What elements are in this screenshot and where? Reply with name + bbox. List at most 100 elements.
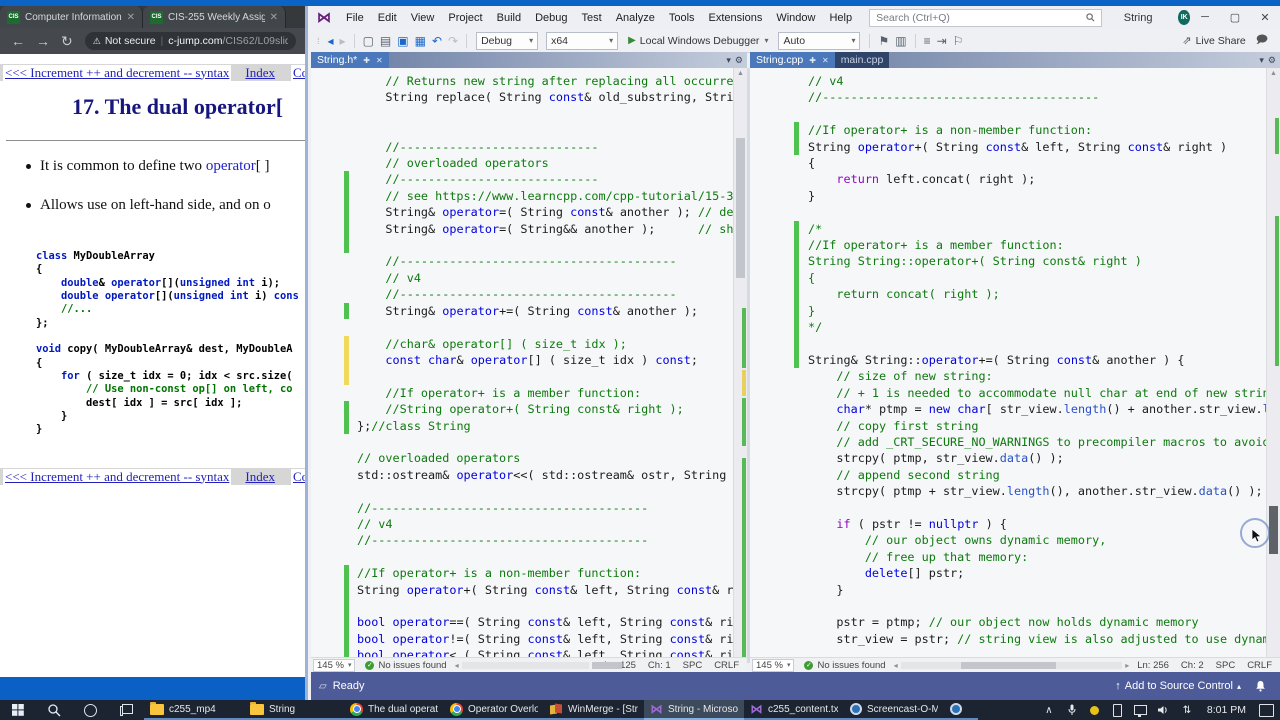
menu-view[interactable]: View (404, 12, 442, 24)
taskbar-button-string-folder[interactable]: String (244, 700, 344, 720)
minimize-button[interactable]: ─ (1190, 11, 1220, 24)
taskbar-clock[interactable]: 8:01 PM (1207, 704, 1246, 716)
editor-options-icon[interactable]: ⚙ (735, 55, 743, 66)
pin-icon[interactable]: ✚ (363, 56, 370, 65)
taskbar-search-icon[interactable] (36, 700, 72, 720)
line-indicator[interactable]: Ln: 256 (1137, 660, 1169, 671)
editor-options-icon[interactable]: ⚙ (1268, 55, 1276, 66)
menu-file[interactable]: File (339, 12, 371, 24)
menu-extensions[interactable]: Extensions (702, 12, 770, 24)
live-share-button[interactable]: ⇗ Live Share 🗩 (1182, 31, 1272, 50)
menu-tools[interactable]: Tools (662, 12, 702, 24)
vertical-scrollbar[interactable]: ▲ (1266, 68, 1280, 663)
toolbar-grip[interactable]: ⁞ (317, 36, 321, 46)
watch-dropdown[interactable]: Auto ▾ (778, 31, 861, 50)
tab-main-cpp[interactable]: main.cpp (834, 52, 890, 68)
prev-page-link[interactable]: <<< Increment ++ and decrement -- syntax (3, 64, 232, 81)
undo-icon[interactable]: ↶ (432, 34, 442, 48)
pin-icon[interactable]: ✚ (809, 56, 816, 65)
start-button[interactable] (0, 700, 36, 720)
maximize-button[interactable]: ▢ (1220, 11, 1250, 24)
cortana-reminder-icon[interactable] (1088, 705, 1102, 715)
tab-overflow-icon[interactable]: ▾ (1259, 55, 1264, 66)
display-icon[interactable] (1134, 705, 1148, 717)
next-page-link[interactable]: Conve (290, 468, 305, 485)
vertical-scrollbar[interactable]: ▲ (733, 68, 747, 663)
close-tab-icon[interactable]: ✕ (270, 12, 278, 23)
column-indicator[interactable]: Ch: 2 (1181, 660, 1204, 671)
scroll-right-icon[interactable]: ▸ (1125, 661, 1129, 670)
index-link[interactable]: Index (245, 65, 275, 81)
tray-expand-icon[interactable]: ∧ (1042, 705, 1056, 716)
menu-build[interactable]: Build (490, 12, 528, 24)
taskbar-button-screencast-recorder[interactable] (944, 700, 978, 720)
zoom-control[interactable]: 145 % ▾ (752, 658, 795, 672)
avatar[interactable]: IK (1178, 10, 1190, 25)
horizontal-scrollbar[interactable]: ◂ ▸ (894, 661, 1130, 670)
add-to-source-control-button[interactable]: ↑ Add to Source Control ▴ (1115, 680, 1241, 692)
scroll-up-icon[interactable]: ▲ (1270, 70, 1277, 77)
menu-analyze[interactable]: Analyze (609, 12, 662, 24)
taskbar-button-winmerge[interactable]: WinMerge - [String.c... (544, 700, 644, 720)
network-icon[interactable]: ⇅ (1180, 705, 1194, 716)
menu-project[interactable]: Project (441, 12, 489, 24)
close-button[interactable]: ✕ (1250, 11, 1280, 24)
scrollbar-thumb[interactable] (591, 661, 622, 669)
line-ending[interactable]: CRLF (1247, 660, 1272, 671)
zoom-control[interactable]: 145 % ▾ (313, 658, 356, 672)
address-bar[interactable]: ⚠ Not secure | c-jump.com /CIS62/L09slid… (84, 32, 296, 50)
menu-window[interactable]: Window (769, 12, 822, 24)
browser-tab-1[interactable]: CIS Computer Information System ✕ (0, 6, 143, 28)
open-file-icon[interactable]: ▤ (380, 34, 391, 48)
back-icon[interactable]: ← (11, 33, 25, 49)
save-icon[interactable]: ▣ (397, 34, 408, 48)
menu-debug[interactable]: Debug (528, 12, 574, 24)
taskbar-button-vs-c255-content[interactable]: ⋈ c255_content.txt - Mi... (744, 700, 844, 720)
phone-icon[interactable] (1111, 703, 1125, 717)
feedback-icon[interactable]: 🗩 (1256, 31, 1268, 50)
scrollbar-thumb[interactable] (736, 138, 745, 278)
prev-page-link[interactable]: <<< Increment ++ and decrement -- syntax (3, 468, 232, 485)
editor-string-h[interactable]: // Returns new string after replacing al… (311, 68, 747, 663)
close-icon[interactable]: ✕ (376, 56, 383, 65)
index-link[interactable]: Index (245, 469, 275, 485)
task-view-icon[interactable] (108, 700, 144, 720)
space-mode[interactable]: SPC (1216, 660, 1236, 671)
attach-icon[interactable]: ⚑ (878, 34, 889, 48)
reload-icon[interactable]: ↻ (61, 33, 73, 50)
tab-overflow-icon[interactable]: ▾ (726, 55, 731, 66)
space-mode[interactable]: SPC (683, 660, 703, 671)
menu-test[interactable]: Test (575, 12, 609, 24)
notifications-bell-icon[interactable] (1255, 680, 1266, 692)
save-all-icon[interactable]: ▦ (415, 34, 426, 48)
editor-string-cpp[interactable]: // v4 //---------------------------------… (750, 68, 1280, 663)
close-icon[interactable]: ✕ (822, 56, 829, 65)
navigate-back-icon[interactable]: ◂ (328, 34, 334, 48)
scrollbar-thumb[interactable] (1269, 506, 1278, 554)
bookmark-icon[interactable]: ⚐ (953, 34, 964, 48)
taskbar-button-chrome-dual-operator[interactable]: The dual operator[] id... (344, 700, 444, 720)
column-indicator[interactable]: Ch: 1 (648, 660, 671, 671)
forward-icon[interactable]: → (36, 33, 50, 49)
quick-search-input[interactable]: Search (Ctrl+Q) (869, 8, 1102, 27)
scrollbar-thumb[interactable] (960, 661, 1056, 669)
tab-string-cpp[interactable]: String.cpp ✚ ✕ (750, 52, 835, 68)
solution-config-dropdown[interactable]: Debug ▾ (476, 31, 539, 50)
close-tab-icon[interactable]: ✕ (127, 12, 135, 23)
scroll-left-icon[interactable]: ◂ (455, 661, 459, 670)
start-debugging-button[interactable]: ▶ Local Windows Debugger ▾ (628, 35, 768, 47)
next-page-link[interactable]: Conve (290, 64, 305, 81)
indent-icon[interactable]: ⇥ (937, 34, 947, 48)
taskbar-button-visual-studio[interactable]: ⋈ String - Microsoft Vis... (644, 700, 744, 720)
browser-tab-2[interactable]: CIS CIS-255 Weekly Assignments ✕ (143, 6, 286, 28)
taskbar-button-c255-mp4[interactable]: c255_mp4 (144, 700, 244, 720)
new-file-icon[interactable]: ▢ (363, 34, 374, 48)
outline-icon[interactable]: ≡ (924, 34, 931, 48)
horizontal-scrollbar[interactable]: ◂ ▸ (455, 661, 622, 670)
platform-dropdown[interactable]: x64 ▾ (546, 31, 619, 50)
microphone-icon[interactable] (1065, 704, 1079, 716)
scroll-left-icon[interactable]: ◂ (894, 661, 898, 670)
taskbar-button-chrome-operator-overloading[interactable]: Operator Overloading... (444, 700, 544, 720)
line-ending[interactable]: CRLF (714, 660, 739, 671)
menu-help[interactable]: Help (822, 12, 859, 24)
